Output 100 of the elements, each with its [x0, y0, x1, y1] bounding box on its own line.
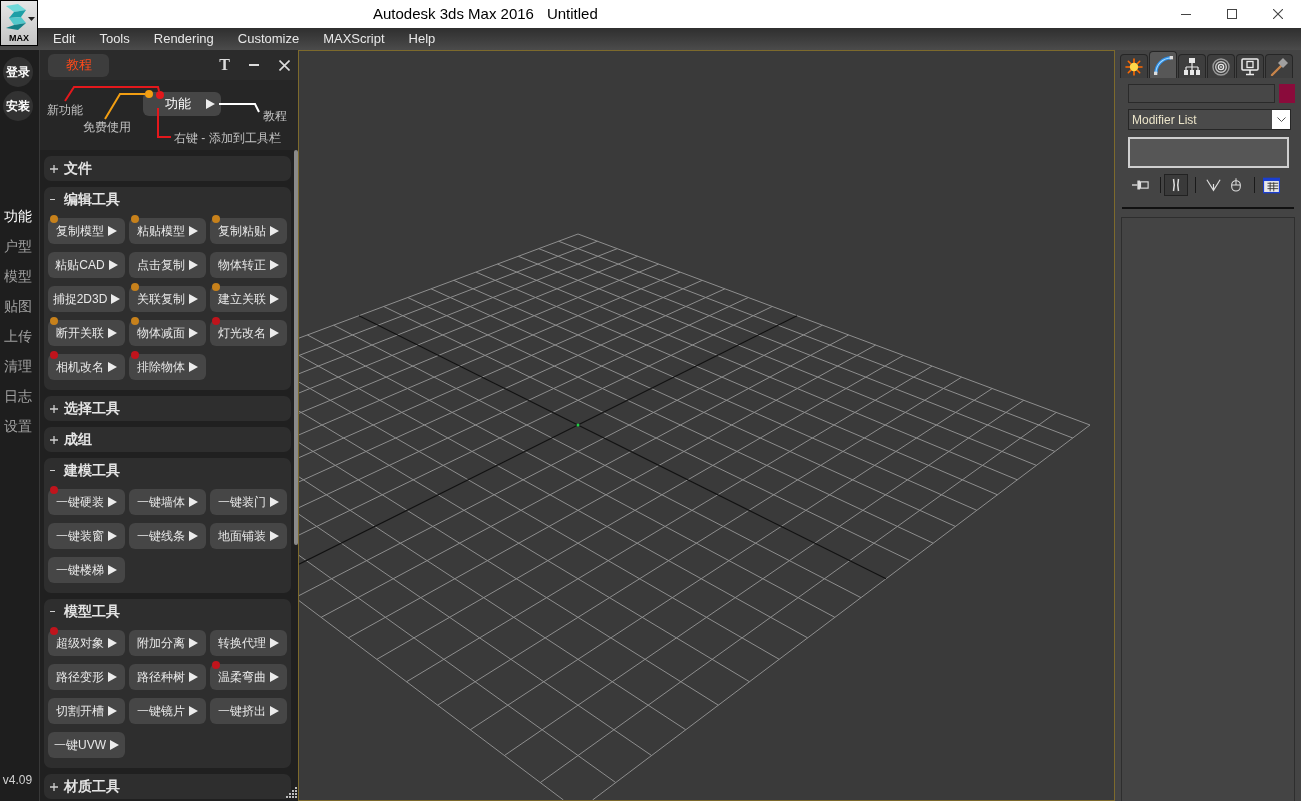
close-button[interactable] — [279, 59, 290, 71]
minimize-icon — [1181, 13, 1191, 15]
command-tab[interactable] — [1120, 54, 1148, 78]
tool-button[interactable]: 物体转正 — [210, 252, 287, 278]
menu-item[interactable]: Edit — [41, 28, 88, 50]
sample-tool-button[interactable]: 功能 — [143, 92, 221, 116]
tool-button[interactable]: 一键镜片 — [129, 698, 206, 724]
triangle-icon — [270, 226, 279, 236]
tool-button[interactable]: 灯光改名 — [210, 320, 287, 346]
triangle-icon — [270, 260, 279, 270]
mouse-icon — [1230, 177, 1242, 193]
tool-button[interactable]: 一键装门 — [210, 489, 287, 515]
tool-button[interactable]: 温柔弯曲 — [210, 664, 287, 690]
tool-button[interactable]: 物体减面 — [129, 320, 206, 346]
command-tab[interactable] — [1207, 54, 1235, 78]
triangle-icon — [108, 706, 117, 716]
tool-button[interactable]: 附加分离 — [129, 630, 206, 656]
tool-button[interactable]: 粘贴模型 — [129, 218, 206, 244]
fork-icon — [1206, 178, 1221, 192]
sidebar-item[interactable]: 设置 — [3, 411, 32, 441]
minus-icon — [50, 198, 55, 201]
triangle-icon — [189, 362, 198, 372]
tool-button[interactable]: 路径变形 — [48, 664, 125, 690]
minus-icon — [50, 469, 55, 472]
triangle-icon — [189, 226, 198, 236]
modifier-list-dropdown[interactable]: Modifier List — [1128, 109, 1291, 130]
triangle-icon — [189, 497, 198, 507]
tool-button[interactable]: 关联复制 — [129, 286, 206, 312]
tool-button[interactable]: 一键楼梯 — [48, 557, 125, 583]
app-menu-button[interactable]: MAX — [0, 0, 38, 46]
menu-item[interactable]: Customize — [225, 28, 312, 50]
sidebar-item[interactable]: 模型 — [3, 261, 32, 291]
tool-button[interactable]: 点击复制 — [129, 252, 206, 278]
callout-label: 教程 — [263, 109, 287, 124]
triangle-icon — [189, 328, 198, 338]
sidebar-item[interactable]: 清理 — [3, 351, 32, 381]
account-button[interactable]: 登录 — [2, 57, 33, 87]
triangle-icon — [270, 328, 279, 338]
command-tab[interactable] — [1236, 54, 1264, 78]
command-tab[interactable] — [1265, 54, 1293, 78]
command-tab[interactable] — [1178, 54, 1206, 78]
tool-button[interactable]: 切割开槽 — [48, 698, 125, 724]
section-header[interactable]: 模型工具 — [44, 599, 291, 624]
tool-button[interactable]: 一键UVW — [48, 732, 125, 758]
arc-icon — [1153, 55, 1173, 75]
section-header[interactable]: 文件 — [44, 156, 291, 181]
swatch-icon[interactable] — [1279, 84, 1295, 103]
triangle-icon — [111, 294, 121, 304]
tool-button[interactable]: 粘贴CAD — [48, 252, 125, 278]
monitor-icon — [1241, 57, 1259, 76]
sunburst-icon — [1125, 57, 1143, 76]
section-header[interactable]: 编辑工具 — [44, 187, 291, 212]
sidebar-item[interactable]: 上传 — [3, 321, 32, 351]
section-header[interactable]: 材质工具 — [44, 774, 291, 799]
tool-button[interactable]: 转换代理 — [210, 630, 287, 656]
tool-button[interactable]: 地面铺装 — [210, 523, 287, 549]
tool-button[interactable]: 复制粘贴 — [210, 218, 287, 244]
tool-button[interactable]: 一键墙体 — [129, 489, 206, 515]
toggle-button[interactable] — [1164, 174, 1188, 196]
font-button[interactable]: T — [219, 57, 230, 73]
tool-button[interactable]: 一键装窗 — [48, 523, 125, 549]
configure-icon — [1263, 176, 1280, 194]
name-field[interactable] — [1128, 84, 1275, 103]
triangle-icon — [108, 226, 117, 236]
window-title: Autodesk 3ds Max 2016 — [373, 3, 534, 24]
account-button[interactable]: 安装 — [2, 91, 33, 121]
tool-button[interactable]: 复制模型 — [48, 218, 125, 244]
command-tab[interactable] — [1149, 51, 1177, 78]
triangle-icon — [206, 99, 215, 109]
callout-label: 右键 - 添加到工具栏 — [174, 131, 281, 146]
menu-item[interactable]: Tools — [87, 28, 142, 50]
section-header[interactable]: 成组 — [44, 427, 291, 452]
minimize-icon — [249, 64, 259, 66]
sidebar-item[interactable]: 功能 — [3, 201, 32, 231]
menu-item[interactable]: Help — [396, 28, 448, 50]
tool-button[interactable]: 建立关联 — [210, 286, 287, 312]
sidebar-item[interactable]: 日志 — [3, 381, 32, 411]
tool-button[interactable]: 一键硬装 — [48, 489, 125, 515]
triangle-icon — [108, 497, 117, 507]
section-header[interactable]: 建模工具 — [44, 458, 291, 483]
tool-button[interactable]: 超级对象 — [48, 630, 125, 656]
pin-icon — [1132, 179, 1149, 191]
resize-grip-icon[interactable] — [286, 787, 297, 798]
triangle-icon — [108, 362, 117, 372]
section-header[interactable]: 选择工具 — [44, 396, 291, 421]
scrollbar-thumb[interactable] — [294, 150, 298, 545]
triangle-icon — [108, 328, 117, 338]
tool-button[interactable]: 排除物体 — [129, 354, 206, 380]
tool-button[interactable]: 路径种树 — [129, 664, 206, 690]
sidebar-item[interactable]: 户型 — [3, 231, 32, 261]
triangle-icon — [270, 706, 279, 716]
menu-item[interactable]: MAXScript — [311, 28, 397, 50]
modifier-stack-box[interactable] — [1128, 137, 1289, 168]
tool-button[interactable]: 一键挤出 — [210, 698, 287, 724]
tool-button[interactable]: 一键线条 — [129, 523, 206, 549]
tool-button[interactable]: 断开关联 — [48, 320, 125, 346]
menu-item[interactable]: Rendering — [141, 28, 226, 50]
tool-button[interactable]: 捕捉2D3D — [48, 286, 125, 312]
sidebar-item[interactable]: 贴图 — [3, 291, 32, 321]
tool-button[interactable]: 相机改名 — [48, 354, 125, 380]
